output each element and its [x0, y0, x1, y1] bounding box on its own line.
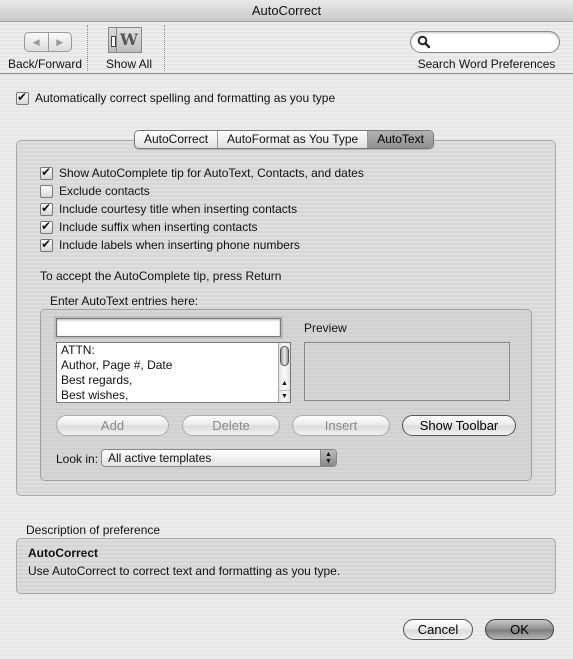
- option-row[interactable]: Include courtesy title when inserting co…: [40, 201, 298, 216]
- delete-button[interactable]: Delete: [182, 415, 280, 436]
- list-item[interactable]: Best regards,: [57, 373, 290, 388]
- option-label: Exclude contacts: [59, 184, 150, 198]
- scroll-up-arrow-icon[interactable]: ▲: [279, 378, 290, 389]
- toolbar-separator: [164, 25, 165, 71]
- include-suffix-checkbox[interactable]: [40, 219, 53, 234]
- insert-button[interactable]: Insert: [292, 415, 390, 436]
- option-label: Include courtesy title when inserting co…: [59, 202, 298, 216]
- option-label: Include labels when inserting phone numb…: [59, 238, 300, 252]
- list-scrollbar[interactable]: ▲ ▼: [278, 343, 290, 402]
- back-arrow-icon[interactable]: ◀: [25, 33, 49, 51]
- preview-box: [304, 342, 510, 401]
- list-item[interactable]: Author, Page #, Date: [57, 358, 290, 373]
- toolbar: ◀ ▶ Back/Forward W Show All Search Word …: [0, 22, 573, 74]
- entries-group-label: Enter AutoText entries here:: [50, 294, 199, 308]
- tab-autotext[interactable]: AutoText: [368, 131, 433, 148]
- scroll-down-arrow-icon[interactable]: ▼: [279, 390, 290, 401]
- scrollbar-thumb[interactable]: [280, 346, 289, 366]
- add-button[interactable]: Add: [56, 415, 169, 436]
- show-toolbar-button[interactable]: Show Toolbar: [402, 415, 516, 436]
- look-in-value: All active templates: [108, 451, 212, 465]
- option-label: Show AutoComplete tip for AutoText, Cont…: [59, 166, 364, 180]
- tab-autoformat-as-you-type[interactable]: AutoFormat as You Type: [218, 131, 369, 148]
- tab-autocorrect[interactable]: AutoCorrect: [135, 131, 219, 148]
- window-title-bar: AutoCorrect: [0, 0, 573, 22]
- autotext-entry-list[interactable]: ATTN: Author, Page #, Date Best regards,…: [56, 342, 291, 403]
- master-autocorrect-label: Automatically correct spelling and forma…: [35, 91, 336, 105]
- search-input[interactable]: [410, 31, 560, 53]
- word-preferences-icon: W: [108, 27, 142, 53]
- option-row[interactable]: Include suffix when inserting contacts: [40, 219, 258, 234]
- option-row[interactable]: Exclude contacts: [40, 184, 150, 198]
- select-arrows-icon: ▲ ▼: [320, 450, 336, 466]
- option-label: Include suffix when inserting contacts: [59, 220, 258, 234]
- show-autocomplete-tip-checkbox[interactable]: [40, 165, 53, 180]
- preview-label: Preview: [304, 321, 347, 335]
- master-autocorrect-checkbox-row[interactable]: Automatically correct spelling and forma…: [16, 90, 336, 105]
- list-item[interactable]: Best wishes,: [57, 388, 290, 402]
- window-title: AutoCorrect: [251, 3, 322, 18]
- search-label: Search Word Preferences: [417, 57, 556, 71]
- exclude-contacts-checkbox[interactable]: [40, 184, 53, 198]
- back-forward-buttons[interactable]: ◀ ▶: [24, 32, 72, 52]
- master-autocorrect-checkbox[interactable]: [16, 90, 29, 105]
- ok-button[interactable]: OK: [485, 619, 554, 640]
- back-forward-control[interactable]: ◀ ▶ Back/Forward: [0, 22, 90, 74]
- option-row[interactable]: Show AutoComplete tip for AutoText, Cont…: [40, 165, 364, 180]
- list-item[interactable]: ATTN:: [57, 343, 290, 358]
- description-text: Use AutoCorrect to correct text and form…: [28, 564, 341, 578]
- description-title: AutoCorrect: [28, 546, 99, 560]
- accept-tip-text: To accept the AutoComplete tip, press Re…: [40, 269, 282, 283]
- show-all-button[interactable]: W Show All: [96, 22, 162, 74]
- search-icon: [417, 35, 431, 49]
- autotext-entry-input[interactable]: [56, 318, 281, 337]
- tab-bar: AutoCorrect AutoFormat as You Type AutoT…: [134, 130, 434, 149]
- toolbar-separator: [87, 25, 88, 71]
- look-in-label: Look in:: [56, 452, 99, 466]
- courtesy-title-checkbox[interactable]: [40, 201, 53, 216]
- option-row[interactable]: Include labels when inserting phone numb…: [40, 237, 300, 252]
- description-box: AutoCorrect Use AutoCorrect to correct t…: [16, 538, 556, 594]
- look-in-select[interactable]: All active templates ▲ ▼: [101, 449, 337, 467]
- include-labels-checkbox[interactable]: [40, 237, 53, 252]
- cancel-button[interactable]: Cancel: [403, 619, 473, 640]
- description-section-label: Description of preference: [26, 523, 161, 537]
- show-all-label: Show All: [105, 57, 153, 71]
- back-forward-label: Back/Forward: [7, 57, 83, 71]
- forward-arrow-icon[interactable]: ▶: [49, 33, 72, 51]
